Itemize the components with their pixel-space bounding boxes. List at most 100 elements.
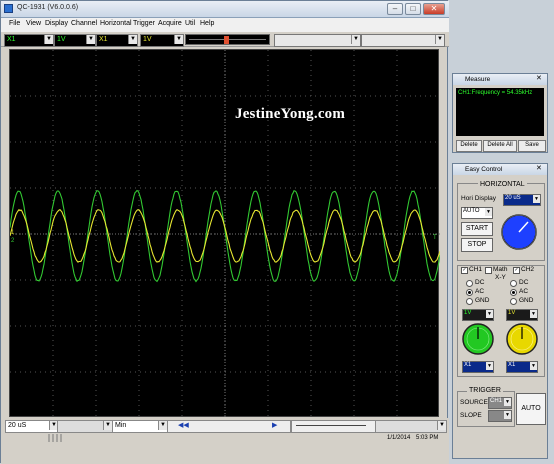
extra-select[interactable]: ▼ (361, 34, 445, 47)
app-icon (4, 4, 13, 13)
start-button[interactable]: START (461, 222, 493, 236)
auto-button[interactable]: AUTO (516, 393, 546, 425)
delete-button[interactable]: Delete (456, 140, 482, 152)
title-bar[interactable]: QC-1931 (V6.0.0.6) – □ ✕ (1, 1, 449, 18)
measure-title[interactable]: Measure (453, 74, 547, 85)
maximize-button[interactable]: □ (405, 3, 421, 15)
ch1-checkbox[interactable]: ✓ (461, 267, 468, 274)
blank-select[interactable]: ▼ (57, 420, 113, 433)
ch1-marker: 1 (11, 230, 15, 236)
ch1-gnd-label: GND (475, 297, 489, 304)
ch1-knob-icon[interactable] (461, 322, 495, 356)
waveform-display[interactable]: 1 2 T (9, 49, 439, 417)
ch1-volts-dropdown[interactable]: 1V ▼ (462, 309, 494, 321)
save-button[interactable]: Save (518, 140, 546, 152)
ch1-volts-value: 1V (57, 36, 66, 43)
chevron-down-icon: ▼ (435, 35, 444, 44)
slider-track (296, 425, 366, 426)
easy-control-title[interactable]: Easy Control (453, 164, 547, 175)
mode-select[interactable]: AUTO ▼ (461, 207, 493, 219)
ch1-probe-select[interactable]: X1 ▼ (4, 34, 54, 47)
ch2-knob-icon[interactable] (505, 322, 539, 356)
ch2-volts-select[interactable]: 1V ▼ (140, 34, 184, 47)
scroll-right-icon[interactable]: ▶ (272, 421, 277, 431)
menu-horizontal[interactable]: Horizontal (100, 20, 132, 27)
horizontal-label: HORIZONTAL (478, 181, 527, 188)
timebase-select[interactable]: 20 uS ▼ (5, 420, 59, 433)
ch2-marker: 2 (11, 238, 15, 244)
ch2-volts-dropdown[interactable]: 1V ▼ (506, 309, 538, 321)
ch1-dc-radio[interactable] (466, 280, 473, 287)
math-checkbox[interactable] (485, 267, 492, 274)
ruler-icon (5, 434, 81, 442)
ch2-checkbox[interactable]: ✓ (513, 267, 520, 274)
delete-all-button[interactable]: Delete All (483, 140, 517, 152)
ch2-probe-dropdown-value: X1 (508, 362, 515, 368)
scroll-indicator (5, 434, 81, 442)
ch2-probe-dropdown[interactable]: X1 ▼ (506, 361, 538, 373)
menu-acquire[interactable]: Acquire (158, 20, 182, 27)
chevron-down-icon: ▼ (44, 35, 53, 44)
menu-file[interactable]: File (9, 20, 20, 27)
chevron-down-icon: ▼ (486, 310, 493, 318)
ch1-gnd-radio[interactable] (466, 298, 473, 305)
menu-channel[interactable]: Channel (71, 20, 97, 27)
ch1-ac-radio[interactable] (466, 289, 473, 296)
ch2-dc-radio[interactable] (510, 280, 517, 287)
slope-select[interactable]: ▼ (488, 410, 512, 422)
timebase-value: 20 uS (8, 422, 26, 429)
right-select[interactable]: ▼ (375, 420, 447, 433)
position-slider[interactable] (291, 420, 377, 433)
chevron-down-icon: ▼ (530, 310, 537, 318)
ch2-volts-dropdown-value: 1V (508, 310, 515, 316)
measure-display: CH1:Frequency = 54.35kHz (456, 88, 544, 136)
menu-util[interactable]: Util (185, 20, 195, 27)
chevron-down-icon: ▼ (485, 208, 492, 216)
window-title: QC-1931 (V6.0.0.6) (17, 4, 78, 11)
source-select[interactable]: CH1 ▼ (488, 397, 512, 409)
scroll-left-icon[interactable]: ◀◀ (178, 421, 189, 431)
chevron-down-icon: ▼ (351, 35, 360, 44)
menu-view[interactable]: View (26, 20, 41, 27)
close-button[interactable]: ✕ (423, 3, 445, 15)
chevron-down-icon: ▼ (486, 362, 493, 370)
ch2-gnd-radio[interactable] (510, 298, 517, 305)
memory-position-bar[interactable] (185, 34, 270, 45)
ch2-label: CH2 (521, 266, 534, 273)
memory-marker-icon[interactable] (224, 36, 229, 44)
menu-trigger[interactable]: Trigger (133, 20, 155, 27)
chevron-down-icon: ▼ (86, 35, 95, 44)
frequency-reading: CH1:Frequency = 54.35kHz (458, 90, 532, 96)
menu-bar: File View Display Channel Horizontal Tri… (1, 18, 449, 32)
menu-help[interactable]: Help (200, 20, 214, 27)
minimize-button[interactable]: – (387, 3, 403, 15)
easy-close-icon[interactable]: ✕ (536, 165, 545, 173)
ch1-label: CH1 (469, 266, 482, 273)
navigation-bar[interactable]: ◀◀ ▶ (167, 420, 291, 433)
acquire-mode-select[interactable]: Min ▼ (112, 420, 168, 433)
ch1-ac-label: AC (475, 288, 484, 295)
watermark-text: JestineYong.com (235, 106, 345, 123)
scope-grid: 12 T (10, 50, 440, 418)
menu-display[interactable]: Display (45, 20, 68, 27)
toolbar: X1 ▼ 1V ▼ X1 ▼ 1V ▼ ▼ ▼ (1, 32, 449, 47)
trigger-label: TRIGGER (467, 387, 503, 394)
ch2-ac-radio[interactable] (510, 289, 517, 296)
acquire-mode-value: Min (115, 422, 126, 429)
stop-button[interactable]: STOP (461, 238, 493, 252)
math-label: Math (493, 266, 507, 273)
chevron-down-icon: ▼ (128, 35, 137, 44)
ch2-probe-value: X1 (99, 36, 108, 43)
hori-display-select[interactable]: 20 uS ▼ (503, 194, 541, 206)
measure-close-icon[interactable]: ✕ (536, 75, 545, 83)
horizontal-knob-icon[interactable] (499, 212, 539, 252)
trigger-level-select[interactable]: ▼ (274, 34, 361, 47)
ch1-volts-select[interactable]: 1V ▼ (54, 34, 96, 47)
chevron-down-icon: ▼ (504, 398, 511, 406)
ch1-probe-dropdown[interactable]: X1 ▼ (462, 361, 494, 373)
ch2-gnd-label: GND (519, 297, 533, 304)
ch2-probe-select[interactable]: X1 ▼ (96, 34, 138, 47)
ch1-probe-dropdown-value: X1 (464, 362, 471, 368)
chevron-down-icon: ▼ (103, 421, 112, 430)
ch1-probe-value: X1 (7, 36, 16, 43)
